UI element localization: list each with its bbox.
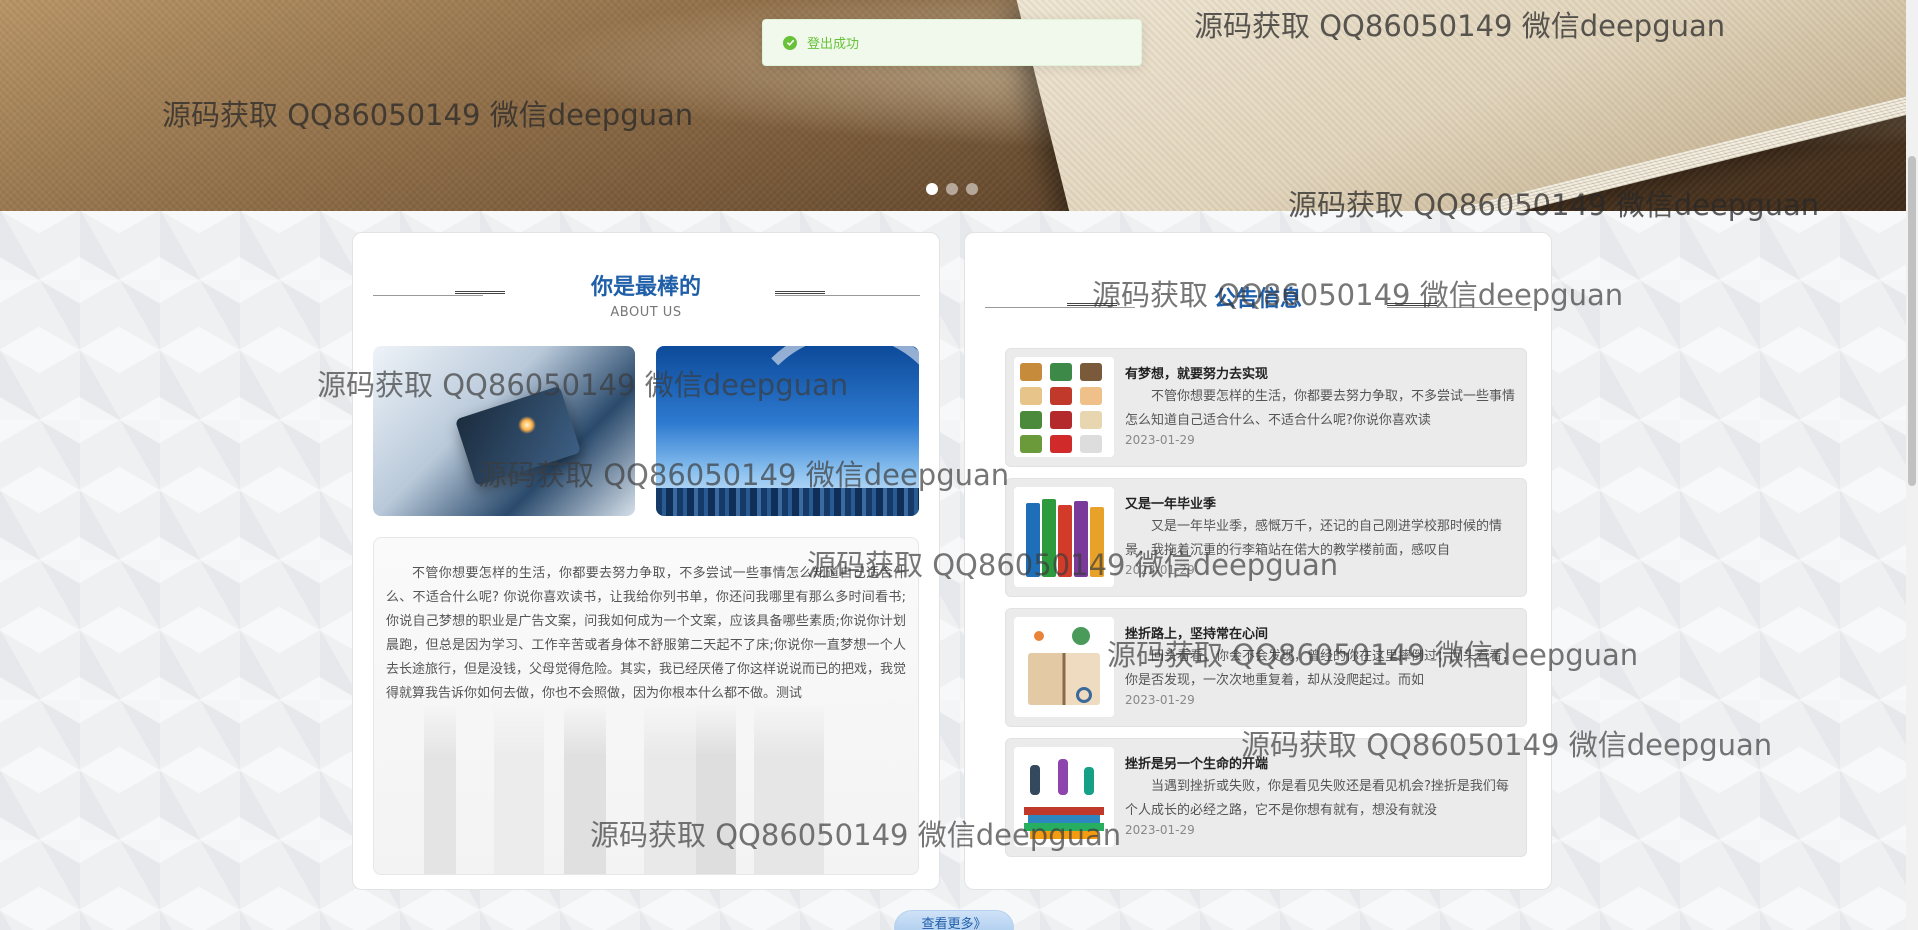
carousel-indicators xyxy=(926,183,978,195)
notice-item-title[interactable]: 又是一年毕业季 xyxy=(1125,493,1216,512)
view-more-button[interactable]: 查看更多》 xyxy=(894,910,1014,930)
notice-item-title[interactable]: 挫折是另一个生命的开端 xyxy=(1125,753,1268,772)
banner-book-image xyxy=(1014,0,1906,211)
about-image-tablet xyxy=(373,346,635,516)
page-scrollbar[interactable] xyxy=(1906,0,1918,930)
notice-item-date: 2023-01-29 xyxy=(1125,563,1195,577)
notice-item[interactable]: 挫折是另一个生命的开端 当遇到挫折或失败，你是看见失败还是看见机会?挫折是我们每… xyxy=(1005,738,1527,857)
notice-item[interactable]: 又是一年毕业季 又是一年毕业季，感慨万千，还记的自己刚进学校那时候的情景，我拖着… xyxy=(1005,478,1527,597)
notice-item-title[interactable]: 挫折路上，坚持常在心间 xyxy=(1125,623,1268,642)
notice-item[interactable]: 挫折路上，坚持常在心间 回头看看，你会不会发现，曾经的你在这里摔倒过；回头看看，… xyxy=(1005,608,1527,727)
about-section: 你是最棒的 ABOUT US 不管你想要怎样的生活，你都要去努力争取，不多尝试一… xyxy=(352,232,940,890)
success-toast: 登出成功 xyxy=(762,19,1142,66)
carousel-dot-3[interactable] xyxy=(966,183,978,195)
notice-item-title[interactable]: 有梦想，就要努力去实现 xyxy=(1125,363,1268,382)
notice-item[interactable]: 有梦想，就要努力去实现 不管你想要怎样的生活，你都要去努力争取，不多尝试一些事情… xyxy=(1005,348,1527,467)
notice-item-desc: 又是一年毕业季，感慨万千，还记的自己刚进学校那时候的情景，我拖着沉重的行李箱站在… xyxy=(1125,519,1503,558)
about-body: 不管你想要怎样的生活，你都要去努力争取，不多尝试一些事情怎么知道自己适合什么、不… xyxy=(386,566,907,701)
notice-thumbnail xyxy=(1014,357,1114,457)
notice-title: 公告信息 xyxy=(1213,287,1302,312)
toast-message: 登出成功 xyxy=(807,37,860,52)
notice-item-date: 2023-01-29 xyxy=(1125,693,1195,707)
carousel-dot-1[interactable] xyxy=(926,183,938,195)
notice-thumbnail xyxy=(1014,747,1114,847)
about-subtitle: ABOUT US xyxy=(610,305,682,320)
notice-item-date: 2023-01-29 xyxy=(1125,433,1195,447)
notice-item-desc: 回头看看，你会不会发现，曾经的你在这里摔倒过；回头看看，你是否发现，一次次地重复… xyxy=(1125,649,1516,688)
notice-thumbnail xyxy=(1014,487,1114,587)
notice-item-date: 2023-01-29 xyxy=(1125,823,1195,837)
about-text-box: 不管你想要怎样的生活，你都要去努力争取，不多尝试一些事情怎么知道自己适合什么、不… xyxy=(373,537,919,875)
scrollbar-thumb[interactable] xyxy=(1908,156,1916,486)
notice-thumbnail xyxy=(1014,617,1114,717)
check-circle-icon xyxy=(783,35,797,50)
carousel-dot-2[interactable] xyxy=(946,183,958,195)
about-title: 你是最棒的 xyxy=(590,275,701,300)
about-image-city xyxy=(656,346,919,516)
notice-section: 公告信息 有梦想，就要努力去实现 不管你想要怎样的生活，你都要去努力争取，不多尝… xyxy=(964,232,1552,890)
notice-item-desc: 当遇到挫折或失败，你是看见失败还是看见机会?挫折是我们每个人成长的必经之路，它不… xyxy=(1125,779,1509,818)
notice-item-desc: 不管你想要怎样的生活，你都要去努力争取，不多尝试一些事情怎么知道自己适合什么、不… xyxy=(1125,389,1516,428)
